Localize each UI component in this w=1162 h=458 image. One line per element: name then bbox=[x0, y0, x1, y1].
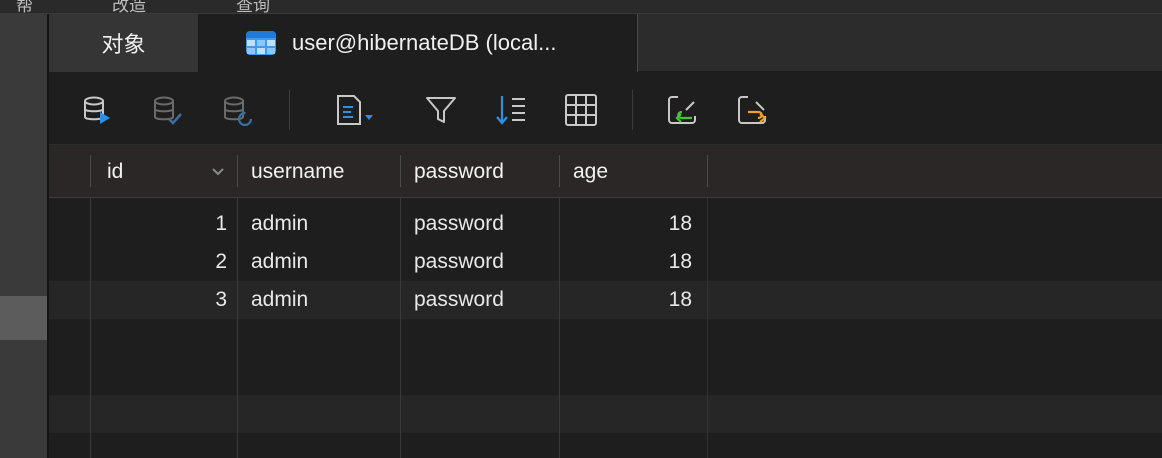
table-row[interactable]: 1 admin password 18 bbox=[49, 205, 1162, 243]
column-header-label: age bbox=[573, 159, 609, 183]
data-grid: id username password age 1 admin passwor… bbox=[49, 145, 1162, 458]
empty-row bbox=[49, 395, 1162, 433]
cell-username[interactable]: admin bbox=[251, 281, 401, 319]
grid-line bbox=[400, 198, 401, 458]
grid-line bbox=[237, 198, 238, 458]
tab-user-table[interactable]: user@hibernateDB (local... bbox=[199, 14, 638, 72]
cell-id[interactable]: 1 bbox=[91, 205, 227, 243]
grid-view-button[interactable] bbox=[563, 92, 599, 128]
cell-age[interactable]: 18 bbox=[560, 243, 692, 281]
chevron-down-icon bbox=[212, 168, 224, 176]
grid-line bbox=[559, 198, 560, 458]
text-dropdown-icon bbox=[337, 95, 373, 125]
column-header-username[interactable]: username bbox=[239, 145, 399, 198]
cell-id[interactable]: 3 bbox=[91, 281, 227, 319]
column-separator[interactable] bbox=[237, 155, 238, 187]
cell-password[interactable]: password bbox=[414, 205, 560, 243]
table-row[interactable]: 2 admin password 18 bbox=[49, 243, 1162, 281]
grid-icon bbox=[565, 94, 597, 126]
column-header-age[interactable]: age bbox=[561, 145, 707, 198]
column-header-label: username bbox=[251, 159, 345, 183]
column-header-label: id bbox=[107, 159, 124, 183]
run-query-button[interactable] bbox=[80, 92, 116, 128]
tab-label: user@hibernateDB (local... bbox=[292, 30, 557, 55]
grid-line bbox=[90, 198, 91, 458]
empty-row bbox=[49, 357, 1162, 395]
commit-button[interactable] bbox=[150, 92, 186, 128]
cell-username[interactable]: admin bbox=[251, 243, 401, 281]
cell-password[interactable]: password bbox=[414, 243, 560, 281]
db-rollback-icon bbox=[224, 96, 253, 127]
toolbar-separator bbox=[289, 90, 290, 130]
filter-icon bbox=[426, 97, 456, 123]
tab-bar: 对象 user@hibernateDB (local... bbox=[49, 14, 1162, 72]
export-icon bbox=[738, 96, 767, 124]
db-run-icon bbox=[84, 96, 110, 124]
toolbar bbox=[49, 72, 1162, 145]
db-commit-icon bbox=[154, 96, 182, 125]
sort-icon bbox=[496, 96, 525, 125]
column-separator[interactable] bbox=[400, 155, 401, 187]
tab-label: 对象 bbox=[101, 32, 146, 57]
column-separator[interactable] bbox=[707, 155, 708, 187]
empty-row bbox=[49, 433, 1162, 458]
filter-button[interactable] bbox=[423, 92, 459, 128]
tab-objects[interactable]: 对象 bbox=[49, 14, 199, 72]
sort-button[interactable] bbox=[493, 92, 529, 128]
table-icon bbox=[246, 31, 276, 55]
column-separator[interactable] bbox=[559, 155, 560, 187]
cell-id[interactable]: 2 bbox=[91, 243, 227, 281]
grid-header: id username password age bbox=[49, 145, 1162, 198]
top-menu-item[interactable]: 帮 bbox=[16, 0, 33, 13]
export-button[interactable] bbox=[734, 92, 770, 128]
left-sidebar bbox=[0, 14, 47, 458]
grid-line bbox=[707, 198, 708, 458]
import-button[interactable] bbox=[664, 92, 700, 128]
cell-password[interactable]: password bbox=[414, 281, 560, 319]
cell-username[interactable]: admin bbox=[251, 205, 401, 243]
column-header-id[interactable]: id bbox=[95, 145, 237, 198]
cell-age[interactable]: 18 bbox=[560, 205, 692, 243]
top-menu-strip: 帮 改造 查询 bbox=[0, 0, 1162, 14]
cell-age[interactable]: 18 bbox=[560, 281, 692, 319]
table-row[interactable]: 3 admin password 18 bbox=[49, 281, 1162, 319]
top-menu-item[interactable]: 查询 bbox=[236, 0, 270, 13]
column-separator[interactable] bbox=[90, 155, 91, 187]
rollback-button[interactable] bbox=[220, 92, 256, 128]
text-view-dropdown-button[interactable] bbox=[334, 92, 380, 128]
top-menu-item[interactable]: 改造 bbox=[112, 0, 146, 13]
empty-row bbox=[49, 319, 1162, 357]
sidebar-selected-item[interactable] bbox=[0, 296, 47, 340]
column-header-password[interactable]: password bbox=[402, 145, 559, 198]
import-icon bbox=[668, 96, 696, 124]
column-header-label: password bbox=[414, 159, 504, 183]
toolbar-separator bbox=[632, 90, 633, 130]
